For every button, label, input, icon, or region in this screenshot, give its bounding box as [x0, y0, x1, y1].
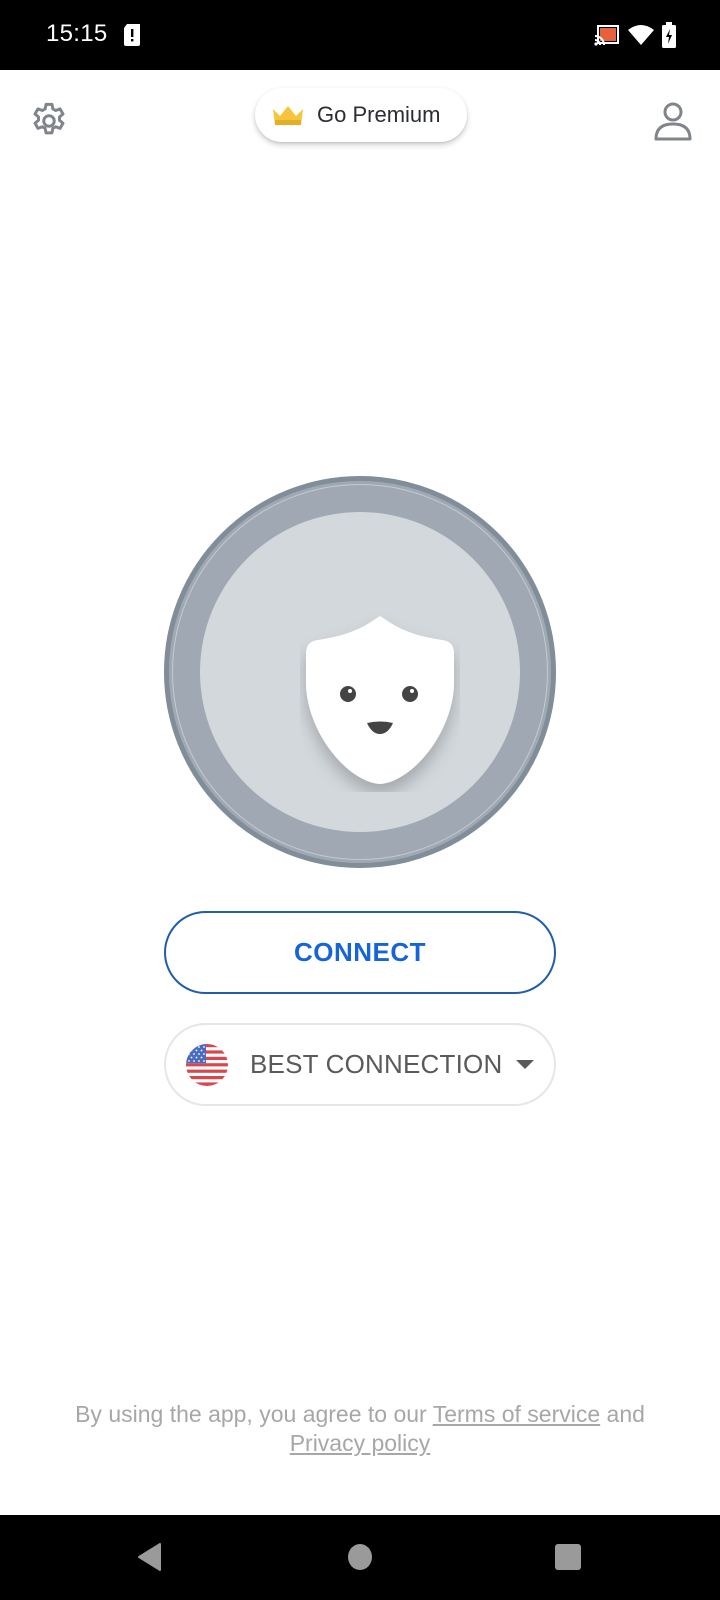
gear-icon — [33, 102, 65, 135]
connect-label: CONNECT — [293, 937, 427, 967]
user-icon — [654, 102, 692, 141]
caret-down-icon — [516, 1060, 535, 1069]
wifi-icon — [628, 25, 654, 45]
terms-of-service-link[interactable]: Terms of service — [433, 1401, 600, 1427]
recents-button[interactable] — [548, 1537, 588, 1577]
go-premium-button[interactable]: Go Premium — [255, 88, 467, 142]
home-icon — [348, 1544, 372, 1570]
sim-alert-icon — [124, 24, 140, 46]
legal-notice: By using the app, you agree to our Terms… — [30, 1400, 690, 1458]
us-flag-icon — [186, 1043, 228, 1086]
vpn-toggle-button[interactable] — [164, 476, 556, 868]
profile-button[interactable] — [650, 98, 696, 144]
legal-and: and — [600, 1401, 645, 1427]
back-icon — [138, 1543, 161, 1571]
battery-charging-icon — [662, 22, 676, 48]
status-icons — [594, 22, 676, 48]
top-bar: Go Premium — [0, 70, 720, 170]
go-premium-label: Go Premium — [317, 102, 441, 127]
status-bar: 15:15 — [0, 0, 720, 70]
connect-button[interactable]: CONNECT — [164, 911, 556, 994]
privacy-policy-link[interactable]: Privacy policy — [290, 1430, 431, 1456]
cast-icon — [594, 25, 619, 46]
settings-button[interactable] — [26, 98, 72, 144]
navigation-bar — [0, 1515, 720, 1600]
location-selector[interactable]: BEST CONNECTION — [164, 1023, 556, 1106]
recents-icon — [555, 1544, 581, 1570]
legal-prefix: By using the app, you agree to our — [75, 1401, 433, 1427]
vpn-toggle-inner — [200, 512, 520, 832]
shield-mascot-icon — [306, 616, 454, 784]
home-button[interactable] — [340, 1537, 380, 1577]
location-label: BEST CONNECTION — [250, 1049, 503, 1079]
status-time: 15:15 — [46, 20, 108, 47]
crown-icon — [273, 106, 303, 125]
back-button[interactable] — [130, 1537, 170, 1577]
